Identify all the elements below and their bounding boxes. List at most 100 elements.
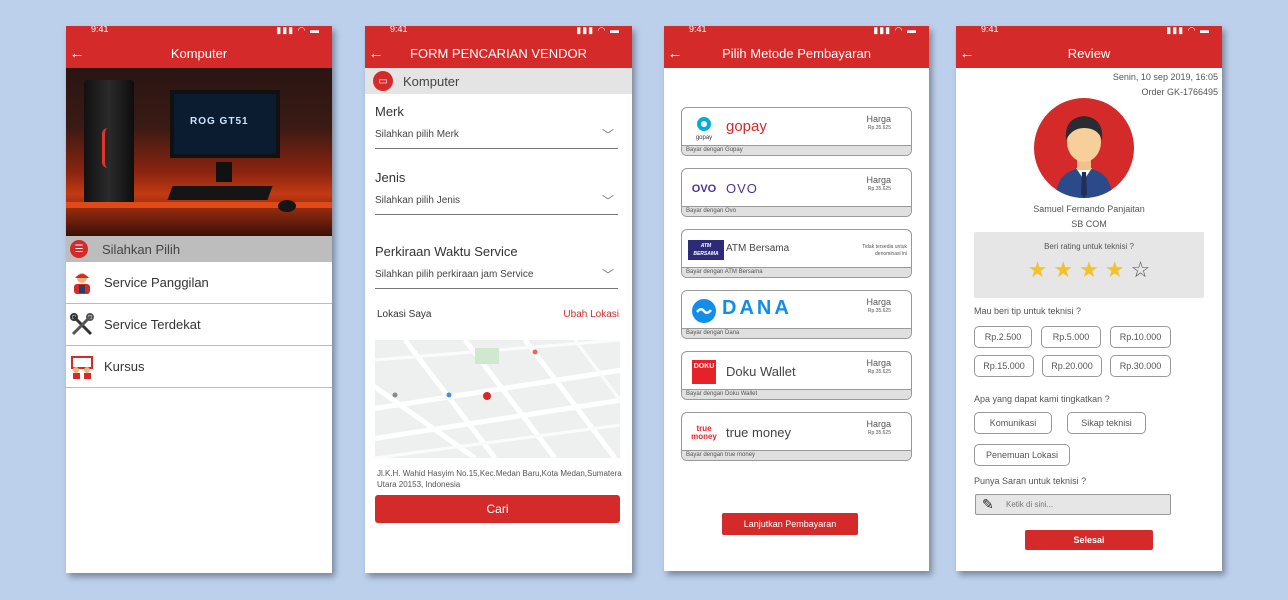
technician-info: Samuel Fernando Panjaitan SB COM — [956, 202, 1222, 232]
status-bar: 9:41 ▮▮▮ ◠ ▬ — [66, 26, 332, 40]
monitor-logo-text: ROG GT51 — [190, 116, 249, 127]
menu-item-service-terdekat[interactable]: Service Terdekat — [66, 304, 332, 346]
price: Harga Rp.35.625 — [866, 297, 891, 314]
page-title: Pilih Metode Pembayaran — [722, 46, 871, 61]
edit-icon: ✎ — [982, 496, 994, 512]
merk-field: Merk Silahkan pilih Merk ﹀ — [375, 104, 618, 149]
doku-logo-icon: DOKU — [688, 359, 720, 385]
order-date: Senin, 10 sep 2019, 16:05 — [1112, 72, 1218, 82]
payment-option-doku-wallet[interactable]: DOKU Doku Wallet Harga Rp.35.625 Bayar de… — [681, 351, 912, 400]
payment-option-atm-bersama[interactable]: ATM BERSAMA ATM Bersama Tidak tersedia u… — [681, 229, 912, 278]
menu-item-label: Service Panggilan — [104, 275, 209, 290]
waktu-service-placeholder: Silahkan pilih perkiraan jam Service — [375, 269, 534, 280]
page-title: FORM PENCARIAN VENDOR — [410, 46, 587, 61]
page-title: Komputer — [170, 46, 228, 61]
status-bar: 9:41 ▮▮▮ ◠ ▬ — [956, 26, 1222, 40]
technician-avatar — [1034, 98, 1134, 198]
signal-battery-icon: ▮▮▮ ◠ ▬ — [276, 26, 320, 35]
payment-footer: Bayar dengan Gopay — [682, 145, 911, 155]
map-pin-icon — [483, 392, 491, 400]
choose-label: Silahkan Pilih — [102, 241, 181, 257]
ovo-logo-icon: OVO — [691, 183, 717, 195]
star-rating[interactable]: ★ ★ ★ ★ ☆ — [974, 259, 1204, 281]
computer-hero-image: ROG GT51 — [66, 68, 332, 236]
improve-option-komunikasi[interactable]: Komunikasi — [974, 412, 1052, 434]
payment-name: OVO — [726, 181, 758, 196]
tip-option-10000[interactable]: Rp.10.000 — [1110, 326, 1171, 348]
back-arrow-icon[interactable]: ← — [367, 40, 385, 68]
search-button[interactable]: Cari — [375, 495, 620, 523]
status-time: 9:41 — [91, 26, 109, 34]
payment-name: true money — [726, 425, 792, 440]
technician-icon — [70, 271, 94, 295]
payment-option-true-money[interactable]: true money true money Harga Rp.35.625 Bay… — [681, 412, 912, 461]
status-time: 9:41 — [390, 26, 408, 34]
classroom-icon — [70, 355, 94, 379]
selected-category: Komputer — [403, 73, 460, 89]
payment-footer: Bayar dengan Ovo — [682, 206, 911, 216]
tip-option-5000[interactable]: Rp.5.000 — [1041, 326, 1101, 348]
menu-item-service-panggilan[interactable]: Service Panggilan — [66, 262, 332, 304]
suggest-question: Punya Saran untuk teknisi ? — [974, 476, 1087, 486]
phone-screen-komputer: 9:41 ▮▮▮ ◠ ▬ ← Komputer ROG GT51 ☰ Silah… — [66, 26, 332, 573]
improve-option-sikap-teknisi[interactable]: Sikap teknisi — [1067, 412, 1146, 434]
tip-question: Mau beri tip untuk teknisi ? — [974, 306, 1082, 316]
app-bar: ← Review — [956, 40, 1222, 68]
order-id: Order GK-1766495 — [1141, 87, 1218, 97]
page-title: Review — [1067, 46, 1111, 61]
suggestion-input[interactable]: ✎ Ketik di sini... — [975, 494, 1171, 515]
payment-option-ovo[interactable]: OVO OVO Harga Rp.35.625 Bayar dengan Ovo — [681, 168, 912, 217]
atm-bersama-logo-icon: ATM BERSAMA — [688, 237, 724, 263]
star-filled-icon[interactable]: ★ — [1053, 259, 1073, 281]
suggestion-placeholder: Ketik di sini... — [1006, 500, 1054, 509]
change-location-link[interactable]: Ubah Lokasi — [563, 309, 619, 320]
app-bar: ← FORM PENCARIAN VENDOR — [365, 40, 632, 68]
improve-option-penemuan-lokasi[interactable]: Penemuan Lokasi — [974, 444, 1070, 466]
jenis-label: Jenis — [375, 170, 406, 185]
rating-box: Beri rating untuk teknisi ? ★ ★ ★ ★ ☆ — [974, 232, 1204, 298]
back-arrow-icon[interactable]: ← — [68, 40, 86, 68]
payment-name: ATM Bersama — [726, 243, 790, 254]
price: Harga Rp.35.625 — [866, 114, 891, 131]
star-filled-icon[interactable]: ★ — [1028, 259, 1048, 281]
back-arrow-icon[interactable]: ← — [958, 40, 976, 68]
payment-name: gopay — [726, 118, 767, 135]
tip-option-15000[interactable]: Rp.15.000 — [974, 355, 1034, 377]
waktu-service-select[interactable]: Silahkan pilih perkiraan jam Service ﹀ — [375, 267, 618, 289]
app-bar: ← Komputer — [66, 40, 332, 68]
tip-option-30000[interactable]: Rp.30.000 — [1110, 355, 1171, 377]
improve-question: Apa yang dapat kami tingkatkan ? — [974, 394, 1110, 404]
keyboard-image — [167, 186, 273, 200]
payment-footer: Bayar dengan ATM Bersama — [682, 267, 911, 277]
payment-footer: Bayar dengan true money — [682, 450, 911, 460]
status-time: 9:41 — [689, 26, 707, 34]
jenis-select[interactable]: Silahkan pilih Jenis ﹀ — [375, 193, 618, 215]
technician-name: Samuel Fernando Panjaitan — [1033, 204, 1145, 214]
star-filled-icon[interactable]: ★ — [1079, 259, 1099, 281]
waktu-service-field: Perkiraan Waktu Service Silahkan pilih p… — [375, 244, 618, 289]
tip-option-2500[interactable]: Rp.2.500 — [974, 326, 1032, 348]
star-filled-icon[interactable]: ★ — [1105, 259, 1125, 281]
svg-text:gopay: gopay — [696, 135, 712, 141]
back-arrow-icon[interactable]: ← — [666, 40, 684, 68]
menu-item-kursus[interactable]: Kursus — [66, 346, 332, 388]
location-row: Lokasi Saya Ubah Lokasi — [377, 309, 619, 320]
tip-option-20000[interactable]: Rp.20.000 — [1042, 355, 1102, 377]
status-bar: 9:41 ▮▮▮ ◠ ▬ — [664, 26, 929, 40]
payment-option-gopay[interactable]: gopay gopay Harga Rp.35.625 Bayar dengan … — [681, 107, 912, 156]
star-empty-icon[interactable]: ☆ — [1131, 259, 1151, 281]
rating-question: Beri rating untuk teknisi ? — [1044, 242, 1134, 251]
phone-screen-payment: 9:41 ▮▮▮ ◠ ▬ ← Pilih Metode Pembayaran g… — [664, 26, 929, 571]
payment-option-dana[interactable]: DANA Harga Rp.35.625 Bayar dengan Dana — [681, 290, 912, 339]
chevron-down-icon: ﹀ — [601, 128, 614, 142]
phone-screen-review: 9:41 ▮▮▮ ◠ ▬ ← Review Senin, 10 sep 2019… — [956, 26, 1222, 571]
merk-select[interactable]: Silahkan pilih Merk ﹀ — [375, 127, 618, 149]
finish-button[interactable]: Selesai — [1025, 530, 1153, 550]
merk-placeholder: Silahkan pilih Merk — [375, 129, 459, 140]
jenis-placeholder: Silahkan pilih Jenis — [375, 195, 461, 206]
location-map[interactable] — [375, 340, 620, 458]
chevron-down-icon: ﹀ — [601, 268, 614, 282]
gopay-logo-icon: gopay — [688, 115, 720, 141]
continue-payment-button[interactable]: Lanjutkan Pembayaran — [722, 513, 858, 535]
payment-name: DANA — [722, 297, 792, 319]
